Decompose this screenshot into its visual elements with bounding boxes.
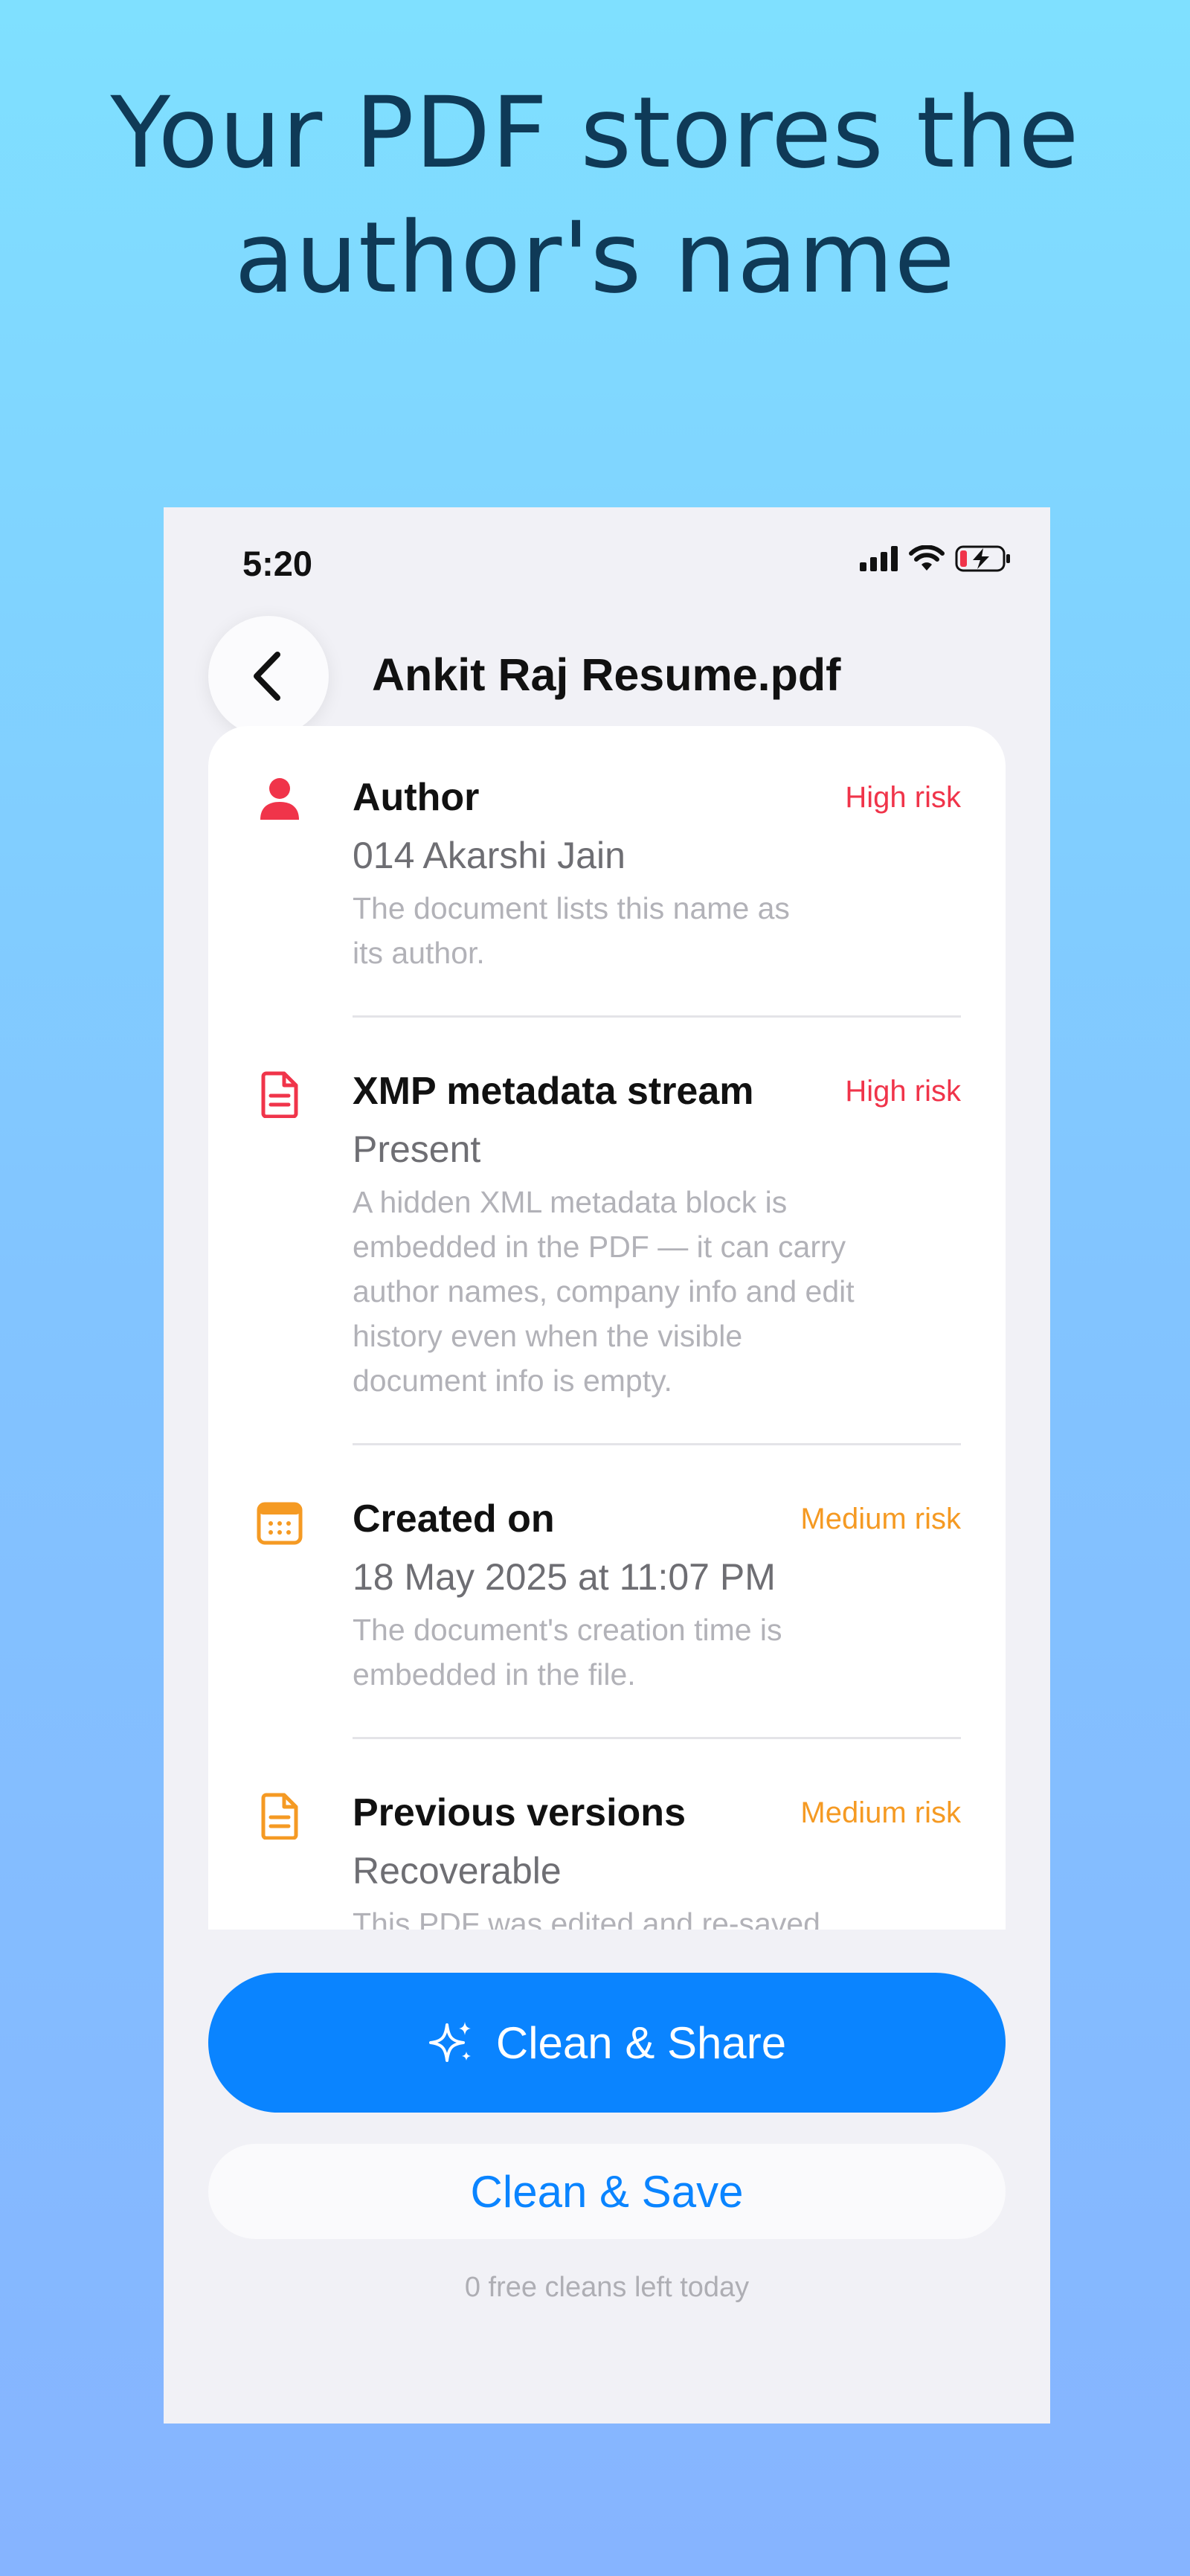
person-icon: [260, 778, 299, 820]
item-title: XMP metadata stream: [353, 1070, 754, 1113]
list-item-author[interactable]: Author High risk 014 Akarshi Jain The do…: [208, 726, 1006, 1020]
share-label: Clean & Share: [495, 2017, 787, 2068]
list-item-previous-versions[interactable]: Previous versions Medium risk Recoverabl…: [208, 1741, 1006, 1930]
clean-and-save-button[interactable]: Clean & Save: [208, 2144, 1006, 2239]
wifi-icon: [909, 545, 945, 571]
item-title: Previous versions: [353, 1791, 686, 1834]
risk-badge: Medium risk: [800, 1796, 961, 1829]
item-description: The document's creation time is embedded…: [353, 1613, 782, 1692]
free-cleans-remaining: 0 free cleans left today: [464, 2272, 750, 2303]
calendar-icon: [257, 1502, 303, 1545]
item-value: 18 May 2025 at 11:07 PM: [353, 1556, 776, 1598]
document-icon: [261, 1793, 298, 1840]
list-item-created-on[interactable]: Created on Medium risk 18 May 2025 at 11…: [208, 1448, 1006, 1741]
divider: [353, 1737, 961, 1739]
risk-badge: Medium risk: [800, 1503, 961, 1535]
item-description: This PDF was edited and re-saved: [353, 1907, 820, 1930]
item-title: Created on: [353, 1497, 555, 1541]
sparkles-icon: [428, 2022, 471, 2062]
item-description: A hidden XML metadata block is embedded …: [353, 1185, 855, 1398]
back-button[interactable]: [208, 616, 329, 736]
battery-charging-icon: [955, 545, 1010, 572]
item-value: Present: [353, 1128, 481, 1170]
item-title: Author: [353, 776, 480, 819]
status-icons: [860, 545, 1012, 573]
item-value: 014 Akarshi Jain: [353, 835, 625, 876]
clean-and-share-button[interactable]: Clean & Share: [208, 1973, 1006, 2113]
divider: [353, 1443, 961, 1445]
risk-badge: High risk: [845, 781, 961, 814]
chevron-left-icon: [254, 652, 280, 701]
risk-badge: High risk: [845, 1075, 961, 1108]
metadata-list: Author High risk 014 Akarshi Jain The do…: [208, 726, 1006, 1930]
headline: Your PDF stores the author's name: [0, 71, 1190, 321]
signal-icon: [860, 546, 898, 571]
list-item-xmp-metadata[interactable]: XMP metadata stream High risk Present A …: [208, 1020, 1006, 1448]
headline-line-1: Your PDF stores the: [110, 76, 1080, 190]
save-label: Clean & Save: [470, 2166, 744, 2217]
divider: [353, 1015, 961, 1018]
item-description: The document lists this name as its auth…: [353, 891, 790, 970]
phone-screen: 5:20 Ankit Raj Resume.pdf Author High ri…: [164, 507, 1050, 2424]
document-icon: [261, 1071, 298, 1118]
status-time: 5:20: [242, 544, 313, 583]
item-value: Recoverable: [353, 1850, 562, 1892]
headline-line-2: author's name: [234, 201, 956, 315]
document-title: Ankit Raj Resume.pdf: [372, 649, 841, 700]
